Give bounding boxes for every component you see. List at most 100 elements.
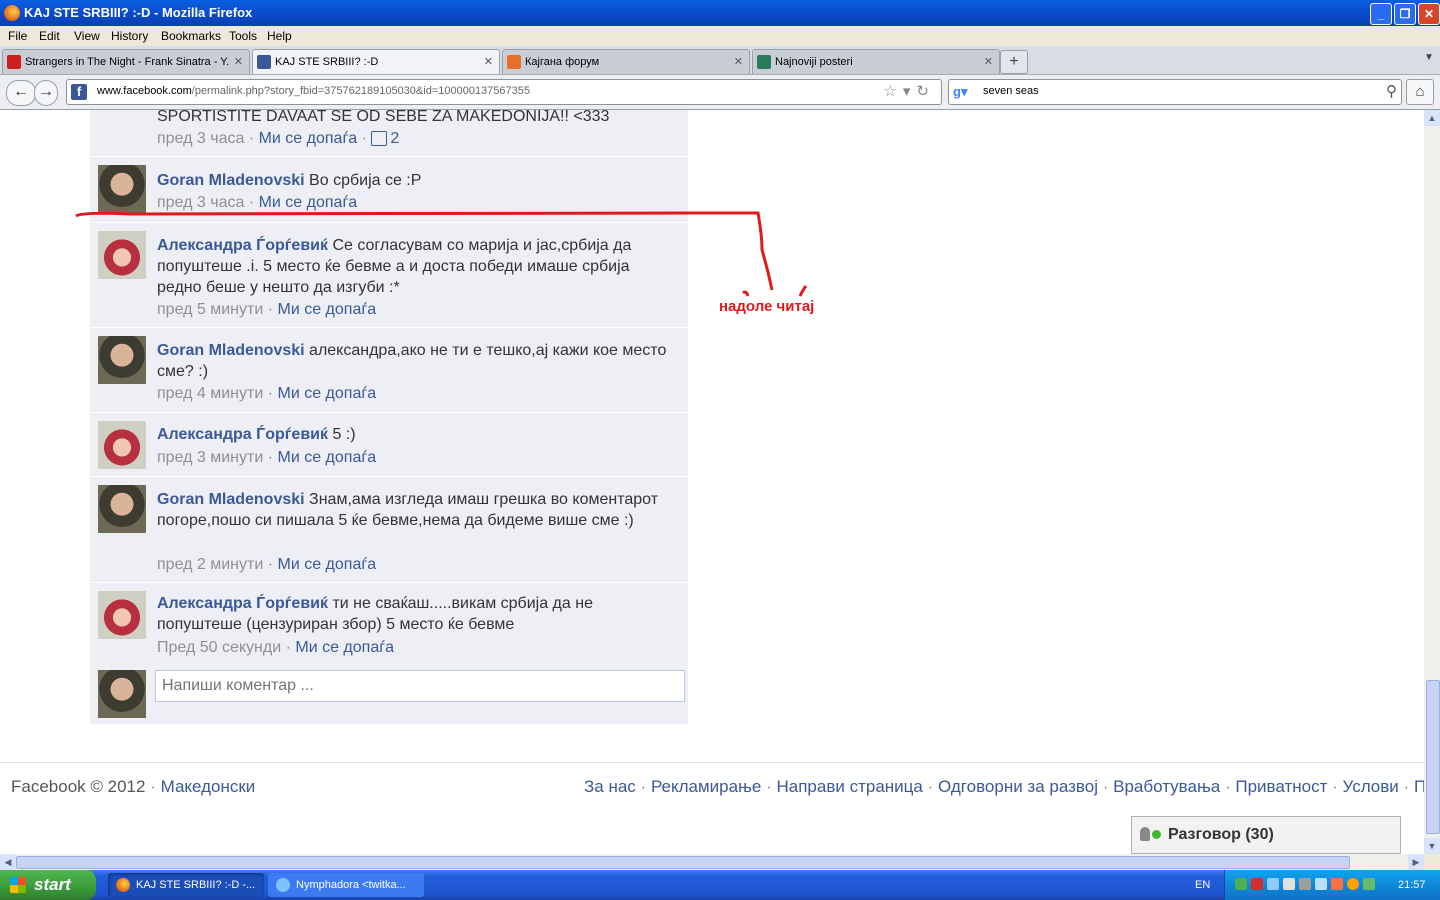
close-tab-icon[interactable]: ✕ [734,55,743,68]
google-icon[interactable]: g▾ [953,84,969,100]
comment-meta: Пред 50 секунди · Ми се допаѓа [157,639,394,656]
new-tab-button[interactable]: + [1000,50,1028,74]
footer-link-help[interactable]: По [1414,777,1424,796]
tab-facebook[interactable]: KAJ STE SRBIII? :-D ✕ [252,49,500,74]
close-tab-icon[interactable]: ✕ [984,55,993,68]
forward-button[interactable]: → [34,80,58,106]
antivirus-icon[interactable] [1251,878,1263,890]
footer-link-privacy[interactable]: Приватност [1235,777,1327,796]
taskbar-item-messenger[interactable]: Nymphadora <twitka... [268,873,424,897]
menu-help[interactable]: Help [267,29,292,43]
tab-label: Najnoviji posteri [775,56,853,68]
chat-label: Разговор (30) [1168,826,1274,843]
footer-link-about[interactable]: За нас [584,777,636,796]
url-text: www.facebook.com/permalink.php?story_fbi… [97,85,530,97]
comment-author[interactable]: Goran Mladenovski [157,491,305,508]
online-status-icon [1152,830,1161,839]
comment-item: Александра Ѓорѓевиќ ти не сваќаш.....вик… [90,583,688,668]
language-indicator[interactable]: EN [1195,879,1210,891]
comment-meta: пред 2 минути · Ми се допаѓа [157,556,377,573]
tab-label: Кајгана форум [525,56,600,68]
update-icon[interactable] [1347,878,1359,890]
comment-author[interactable]: Александра Ѓорѓевиќ [157,595,328,612]
taskbar-item-firefox[interactable]: KAJ STE SRBIII? :-D -... [108,873,264,897]
messenger-icon [276,878,290,892]
footer-link-developers[interactable]: Одговорни за развој [938,777,1098,796]
footer-link-advertising[interactable]: Рекламирање [651,777,761,796]
annotation-text: надоле читај [719,298,815,315]
avatar[interactable] [98,336,146,384]
search-icon[interactable]: ⚲ [1386,82,1397,100]
like-link[interactable]: Ми се допаѓа [278,449,377,466]
avatar[interactable] [98,591,146,639]
settings-icon[interactable] [1299,878,1311,890]
facebook-icon [257,55,271,69]
comment-text: Александра Ѓорѓевиќ 5 :) [157,426,356,443]
restore-button[interactable]: ❐ [1394,3,1416,25]
chat-bar[interactable]: Разговор (30) [1131,816,1401,854]
url-bar-icons[interactable]: ☆▾↻ [883,82,935,100]
comment-meta: пред 3 минути · Ми се допаѓа [157,449,377,466]
footer-link-careers[interactable]: Вработувања [1113,777,1220,796]
url-bar[interactable]: f www.facebook.com/permalink.php?story_f… [66,79,942,105]
comment-input[interactable] [155,670,685,702]
footer-links: За нас · Рекламирање · Направи страница … [584,777,1424,797]
avatar[interactable] [98,421,146,469]
v-icon [757,55,771,69]
annotation-drawing [75,211,808,297]
search-bar[interactable]: g▾ seven seas ⚲ [948,79,1402,105]
close-tab-icon[interactable]: ✕ [234,55,243,68]
tab-youtube[interactable]: Strangers in The Night - Frank Sinatra -… [2,49,250,74]
scroll-down-arrow-icon[interactable]: ▼ [1424,838,1440,854]
footer-copyright: Facebook © 2012 [11,777,146,796]
minimize-button[interactable]: _ [1370,3,1392,25]
app-tray-icon[interactable] [1331,878,1343,890]
menu-bookmarks[interactable]: Bookmarks [161,29,221,43]
like-link[interactable]: Ми се допаѓа [295,639,394,656]
close-tab-icon[interactable]: ✕ [484,55,493,68]
clock: 21:57 [1398,879,1426,891]
home-button[interactable]: ⌂ [1406,79,1434,105]
footer-link-create-page[interactable]: Направи страница [777,777,923,796]
start-button[interactable]: start [0,870,96,900]
scrollbar-thumb[interactable] [16,856,1350,869]
comment-item: Goran Mladenovski Знам,ама изгледа имаш … [90,477,688,583]
menu-edit[interactable]: Edit [39,29,60,43]
media-icon[interactable] [1267,878,1279,890]
scroll-right-arrow-icon[interactable]: ▶ [1408,854,1424,870]
network-icon[interactable] [1235,878,1247,890]
vertical-scrollbar[interactable]: ▲ ▼ [1424,110,1440,854]
scrollbar-thumb[interactable] [1426,680,1440,834]
battery-icon[interactable] [1363,878,1375,890]
list-all-tabs-icon[interactable]: ▼ [1424,52,1434,63]
scroll-up-arrow-icon[interactable]: ▲ [1424,110,1440,126]
footer-language-link[interactable]: Македонски [161,777,256,796]
close-window-button[interactable]: ✕ [1418,3,1440,25]
tab-kajgana[interactable]: Кајгана форум ✕ [502,49,750,74]
comment-text: Goran Mladenovski александра,ако не ти е… [157,342,667,380]
window-title: KAJ STE SRBIII? :-D - Mozilla Firefox [24,5,253,20]
menu-file[interactable]: File [8,29,27,43]
comment-author[interactable]: Александра Ѓорѓевиќ [157,426,328,443]
volume-icon[interactable] [1283,878,1295,890]
menu-tools[interactable]: Tools [229,29,257,43]
scroll-left-arrow-icon[interactable]: ◀ [0,854,16,870]
tab-bar: Strangers in The Night - Frank Sinatra -… [0,46,1440,75]
like-link[interactable]: Ми се допаѓа [278,385,377,402]
back-button[interactable]: ← [6,80,36,106]
tab-posteri[interactable]: Najnoviji posteri ✕ [752,49,1000,74]
search-input[interactable]: seven seas [983,85,1039,97]
page-content: SPORTISTITE DAVAAT SE OD SEBE ZA MAKEDON… [0,110,1424,854]
like-link[interactable]: Ми се допаѓа [278,556,377,573]
avatar[interactable] [98,485,146,533]
display-icon[interactable] [1315,878,1327,890]
comment-time: Пред 50 секунди [157,639,282,656]
comment-author[interactable]: Goran Mladenovski [157,342,305,359]
horizontal-scrollbar[interactable]: ◀ ▶ [0,854,1424,870]
menu-history[interactable]: History [111,29,148,43]
footer-link-terms[interactable]: Услови [1343,777,1399,796]
footer-left: Facebook © 2012 · Македонски [11,777,256,796]
kajgana-icon [507,55,521,69]
menu-view[interactable]: View [74,29,100,43]
comment-time: пред 4 минути [157,385,264,402]
